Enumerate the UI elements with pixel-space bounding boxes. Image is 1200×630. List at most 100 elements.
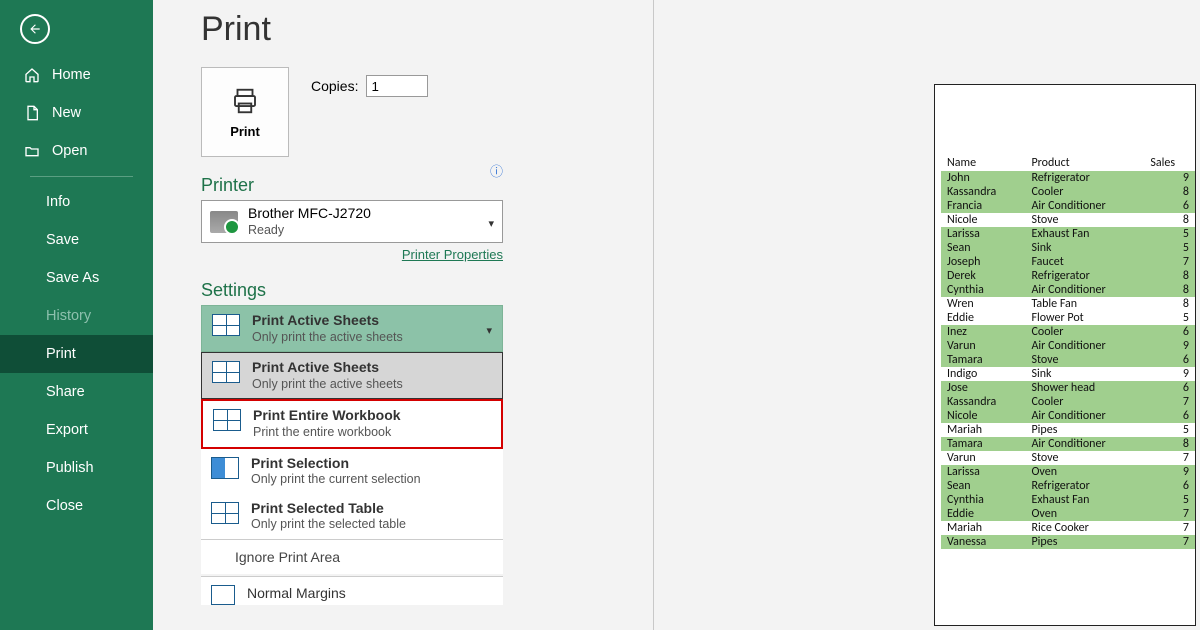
opt-title: Print Entire Workbook bbox=[253, 407, 401, 425]
table-row: EddieFlower Pot5 bbox=[941, 311, 1195, 325]
nav-label: Share bbox=[46, 384, 85, 400]
print-preview: Name Product Sales JohnRefrigerator9Kass… bbox=[934, 84, 1196, 626]
nav-share[interactable]: Share bbox=[0, 373, 153, 411]
opt-print-selected-table[interactable]: Print Selected Table Only print the sele… bbox=[201, 494, 503, 539]
nav-label: Print bbox=[46, 346, 76, 362]
nav-close[interactable]: Close bbox=[0, 487, 153, 525]
preview-table: Name Product Sales JohnRefrigerator9Kass… bbox=[941, 155, 1195, 549]
settings-heading: Settings bbox=[201, 280, 503, 301]
table-row: KassandraCooler7 bbox=[941, 395, 1195, 409]
nav-label: Publish bbox=[46, 460, 94, 476]
info-icon[interactable]: ⓘ bbox=[490, 161, 503, 180]
printer-heading: Printer bbox=[201, 175, 503, 196]
opt-print-entire-workbook[interactable]: Print Entire Workbook Print the entire w… bbox=[201, 399, 503, 448]
folder-open-icon bbox=[24, 143, 40, 159]
opt-sub: Only print the active sheets bbox=[252, 377, 403, 393]
opt-print-active-sheets[interactable]: Print Active Sheets Only print the activ… bbox=[201, 352, 503, 399]
chevron-down-icon bbox=[486, 321, 492, 337]
nav-label: Save As bbox=[46, 270, 99, 286]
nav-save-as[interactable]: Save As bbox=[0, 259, 153, 297]
sheet-icon bbox=[212, 361, 240, 383]
copies-label: Copies: bbox=[311, 78, 358, 94]
nav-info[interactable]: Info bbox=[0, 183, 153, 221]
selection-icon bbox=[211, 457, 239, 479]
ignore-print-area[interactable]: Ignore Print Area bbox=[201, 539, 503, 574]
opt-title: Print Selection bbox=[251, 455, 421, 473]
printer-icon bbox=[227, 86, 263, 116]
arrow-left-icon bbox=[28, 22, 42, 36]
nav-open[interactable]: Open bbox=[0, 132, 153, 170]
table-row: NicoleStove8 bbox=[941, 213, 1195, 227]
printer-selector[interactable]: Brother MFC-J2720 Ready bbox=[201, 200, 503, 243]
table-row: KassandraCooler8 bbox=[941, 185, 1195, 199]
margins-dropdown[interactable]: Normal Margins bbox=[201, 577, 503, 605]
table-row: NicoleAir Conditioner6 bbox=[941, 409, 1195, 423]
nav-label: Info bbox=[46, 194, 70, 210]
table-row: JohnRefrigerator9 bbox=[941, 171, 1195, 185]
nav-new[interactable]: New bbox=[0, 94, 153, 132]
table-row: MariahPipes5 bbox=[941, 423, 1195, 437]
table-row: SeanSink5 bbox=[941, 241, 1195, 255]
table-row: JosephFaucet7 bbox=[941, 255, 1195, 269]
printer-status: Ready bbox=[248, 223, 371, 239]
opt-sub: Only print the active sheets bbox=[252, 330, 403, 346]
table-row: DerekRefrigerator8 bbox=[941, 269, 1195, 283]
nav-save[interactable]: Save bbox=[0, 221, 153, 259]
sidebar-divider bbox=[30, 176, 133, 177]
chevron-down-icon bbox=[488, 214, 494, 230]
nav-label: Open bbox=[52, 143, 87, 159]
print-what-selected[interactable]: Print Active Sheets Only print the activ… bbox=[201, 305, 503, 352]
nav-export[interactable]: Export bbox=[0, 411, 153, 449]
nav-label: Home bbox=[52, 67, 91, 83]
nav-print[interactable]: Print bbox=[0, 335, 153, 373]
col-sales: Sales bbox=[1144, 155, 1195, 171]
home-icon bbox=[24, 67, 40, 83]
margins-icon bbox=[211, 585, 235, 605]
margins-label: Normal Margins bbox=[247, 585, 346, 605]
table-row: WrenTable Fan8 bbox=[941, 297, 1195, 311]
copies-input[interactable] bbox=[366, 75, 428, 97]
table-row: VanessaPipes7 bbox=[941, 535, 1195, 549]
nav-label: History bbox=[46, 308, 91, 324]
nav-home[interactable]: Home bbox=[0, 56, 153, 94]
opt-sub: Only print the current selection bbox=[251, 472, 421, 488]
file-icon bbox=[24, 105, 40, 121]
page-title: Print bbox=[201, 10, 503, 49]
print-what-dropdown: Print Active Sheets Only print the activ… bbox=[201, 305, 503, 605]
table-row: VarunAir Conditioner9 bbox=[941, 339, 1195, 353]
workbook-icon bbox=[213, 409, 241, 431]
table-row: IndigoSink9 bbox=[941, 367, 1195, 381]
nav-label: Export bbox=[46, 422, 88, 438]
back-button[interactable] bbox=[20, 14, 50, 44]
table-row: MariahRice Cooker7 bbox=[941, 521, 1195, 535]
print-label: Print bbox=[230, 124, 260, 139]
opt-print-selection[interactable]: Print Selection Only print the current s… bbox=[201, 449, 503, 494]
nav-publish[interactable]: Publish bbox=[0, 449, 153, 487]
opt-sub: Print the entire workbook bbox=[253, 425, 401, 441]
opt-title: Print Active Sheets bbox=[252, 359, 403, 377]
table-row: FranciaAir Conditioner6 bbox=[941, 199, 1195, 213]
table-row: EddieOven7 bbox=[941, 507, 1195, 521]
printer-properties-link[interactable]: Printer Properties bbox=[201, 247, 503, 262]
table-row: LarissaOven9 bbox=[941, 465, 1195, 479]
table-row: TamaraStove6 bbox=[941, 353, 1195, 367]
panel-separator bbox=[653, 0, 654, 630]
opt-title: Print Active Sheets bbox=[252, 312, 403, 330]
col-name: Name bbox=[941, 155, 1025, 171]
table-row: CynthiaExhaust Fan5 bbox=[941, 493, 1195, 507]
table-row: VarunStove7 bbox=[941, 451, 1195, 465]
table-icon bbox=[211, 502, 239, 524]
col-product: Product bbox=[1025, 155, 1144, 171]
table-row: SeanRefrigerator6 bbox=[941, 479, 1195, 493]
table-row: LarissaExhaust Fan5 bbox=[941, 227, 1195, 241]
table-row: InezCooler6 bbox=[941, 325, 1195, 339]
opt-title: Print Selected Table bbox=[251, 500, 406, 518]
table-row: CynthiaAir Conditioner8 bbox=[941, 283, 1195, 297]
sheet-icon bbox=[212, 314, 240, 336]
nav-label: Close bbox=[46, 498, 83, 514]
nav-label: Save bbox=[46, 232, 79, 248]
print-big-button[interactable]: Print bbox=[201, 67, 289, 157]
nav-history[interactable]: History bbox=[0, 297, 153, 335]
table-row: TamaraAir Conditioner8 bbox=[941, 437, 1195, 451]
printer-name: Brother MFC-J2720 bbox=[248, 205, 371, 223]
